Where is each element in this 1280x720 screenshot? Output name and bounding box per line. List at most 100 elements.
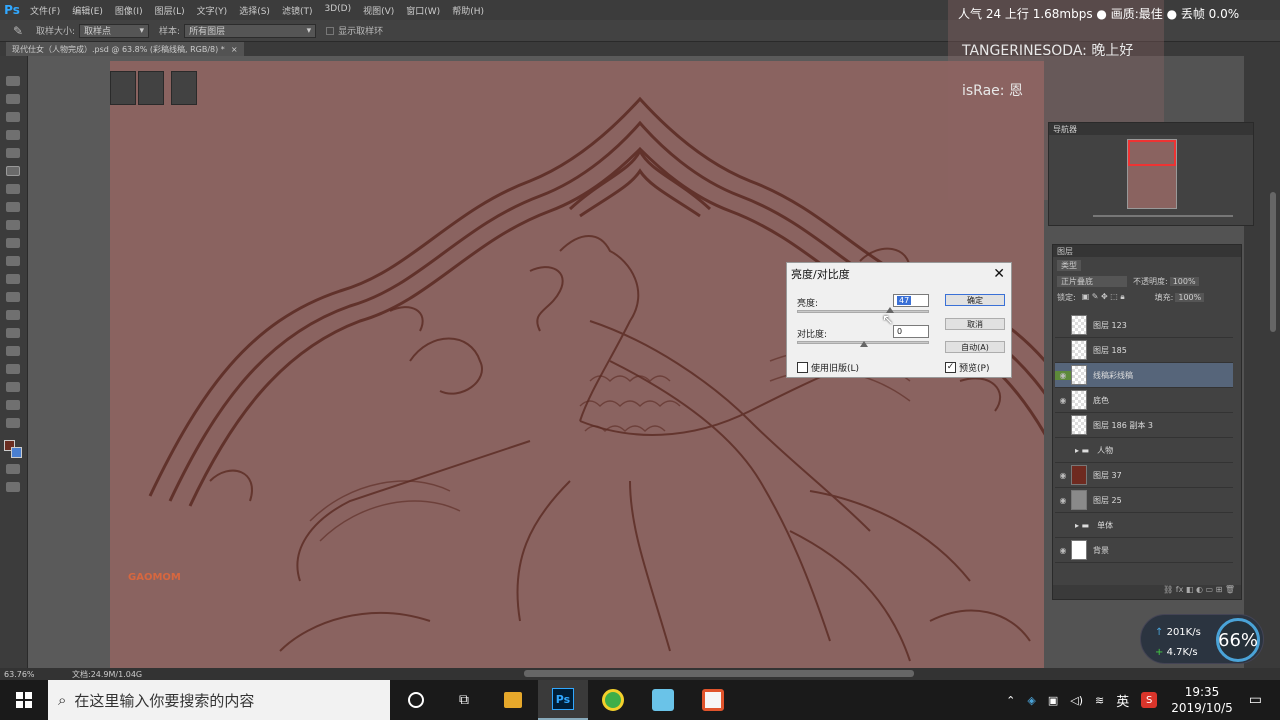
layer-row[interactable]: 图层 123 (1055, 313, 1233, 338)
eyedropper-tool-icon[interactable] (6, 166, 20, 176)
sogou-icon[interactable]: S (1141, 692, 1158, 708)
brush-tool-icon[interactable] (6, 202, 20, 212)
menu-item[interactable]: 选择(S) (233, 4, 276, 17)
layer-row[interactable]: ◉ 底色 (1055, 388, 1233, 413)
type-tool-icon[interactable] (6, 346, 20, 356)
eraser-tool-icon[interactable] (6, 256, 20, 266)
lock-icon[interactable]: ▣ ✎ ✥ ⬚ 🔒︎ (1082, 292, 1125, 302)
fill-value[interactable]: 100% (1175, 292, 1205, 302)
layer-filter-select[interactable]: 类型 (1057, 259, 1081, 271)
document-tab[interactable]: 现代仕女（人物完成）.psd @ 63.8% (彩稿线稿, RGB/8) * × (6, 42, 244, 56)
path-select-icon[interactable] (6, 364, 20, 374)
layer-row[interactable]: ◉ 图层 37 (1055, 463, 1233, 488)
layer-group-row[interactable]: ▸ ▬ 单体 (1055, 513, 1233, 538)
input-icon[interactable]: ▣ (1048, 694, 1058, 707)
layer-group-row[interactable]: ▸ ▬ 人物 (1055, 438, 1233, 463)
menu-item[interactable]: 视图(V) (357, 4, 400, 17)
healing-tool-icon[interactable] (6, 184, 20, 194)
blend-mode-select[interactable]: 正片叠底 (1057, 275, 1127, 287)
sample-size-select[interactable]: 取样点 ▾ (79, 23, 150, 38)
task-view-icon[interactable]: ⧉ (440, 680, 488, 720)
blur-tool-icon[interactable] (6, 292, 20, 302)
doc-size[interactable]: 文档:24.9M/1.04G (72, 669, 142, 680)
scrollbar[interactable] (1270, 192, 1276, 332)
taskbar-search[interactable]: ⌕ 在这里输入你要搜索的内容 (48, 680, 390, 720)
history-brush-icon[interactable] (6, 238, 20, 248)
visibility-eye-icon[interactable]: ◉ (1055, 546, 1071, 555)
preview-checkbox[interactable]: ✓ (945, 362, 956, 373)
clock[interactable]: 19:35 2019/10/5 (1171, 684, 1233, 716)
lasso-tool-icon[interactable] (6, 112, 20, 122)
eyedropper-icon[interactable]: ✎ (0, 24, 36, 38)
background-color-swatch[interactable] (11, 447, 22, 458)
chat-app-icon[interactable] (638, 680, 688, 720)
legacy-checkbox[interactable] (797, 362, 808, 373)
layer-row[interactable]: 图层 185 (1055, 338, 1233, 363)
legacy-option[interactable]: 使用旧版(L) (797, 361, 859, 374)
close-icon[interactable]: ✕ (993, 266, 1005, 282)
dodge-tool-icon[interactable] (6, 310, 20, 320)
chevron-up-icon[interactable]: ⌃ (1006, 694, 1015, 707)
menu-item[interactable]: 滤镜(T) (276, 4, 319, 17)
hand-tool-icon[interactable] (6, 400, 20, 410)
menu-item[interactable]: 图像(I) (109, 4, 149, 17)
menu-item[interactable]: 文件(F) (24, 4, 66, 17)
menu-item[interactable]: 编辑(E) (66, 4, 109, 17)
brightness-slider[interactable] (797, 307, 929, 313)
cancel-button[interactable]: 取消 (945, 318, 1005, 330)
layer-row[interactable]: ◉ 背景 (1055, 538, 1233, 563)
quick-mask-icon[interactable] (6, 464, 20, 474)
shape-tool-icon[interactable] (6, 382, 20, 392)
zoom-level[interactable]: 63.76% (0, 670, 50, 679)
zoom-tool-icon[interactable] (6, 418, 20, 428)
folder-icon[interactable]: ▸ ▬ (1075, 521, 1089, 530)
layer-row[interactable]: ◉ 线稿彩线稿 (1055, 363, 1233, 388)
folder-icon[interactable]: ▸ ▬ (1075, 446, 1089, 455)
mini-panel-history[interactable] (171, 71, 197, 105)
contrast-input[interactable]: 0 (893, 325, 929, 338)
store-icon[interactable] (488, 680, 538, 720)
mini-panel-properties[interactable] (110, 71, 136, 105)
quick-select-tool-icon[interactable] (6, 130, 20, 140)
menu-item[interactable]: 文字(Y) (191, 4, 234, 17)
pen-tool-icon[interactable] (6, 328, 20, 338)
navigator-thumbnail[interactable] (1127, 139, 1177, 209)
menu-item[interactable]: 帮助(H) (446, 4, 490, 17)
ok-button[interactable]: 确定 (945, 294, 1005, 306)
move-tool-icon[interactable] (6, 76, 20, 86)
volume-icon[interactable]: ◁) (1070, 694, 1083, 707)
brightness-input[interactable]: 47 (893, 294, 929, 307)
visibility-eye-icon[interactable]: ◉ (1055, 471, 1071, 480)
contrast-slider-handle[interactable] (860, 341, 868, 347)
network-speed-widget[interactable]: ↑ 201K/s + 4.7K/s 66% (1140, 614, 1264, 664)
layer-row[interactable]: 图层 186 副本 3 (1055, 413, 1233, 438)
green-app-icon[interactable] (588, 680, 638, 720)
photoshop-taskbar-icon[interactable]: Ps (538, 680, 588, 720)
ime-indicator[interactable]: 英 (1116, 691, 1129, 710)
mini-panel-brush[interactable] (138, 71, 164, 105)
preview-option[interactable]: ✓ 预览(P) (945, 361, 989, 374)
crop-tool-icon[interactable] (6, 148, 20, 158)
visibility-eye-icon[interactable]: ◉ (1055, 396, 1071, 405)
navigator-view-box[interactable] (1128, 140, 1176, 166)
show-ring-checkbox[interactable] (326, 26, 335, 35)
notification-icon[interactable]: ▭ (1249, 692, 1262, 708)
visibility-eye-icon[interactable]: ◉ (1055, 370, 1071, 380)
close-icon[interactable]: × (231, 45, 238, 54)
contrast-slider[interactable] (797, 341, 929, 347)
navigator-zoom-slider[interactable] (1093, 215, 1233, 217)
gradient-tool-icon[interactable] (6, 274, 20, 284)
opacity-value[interactable]: 100% (1169, 276, 1199, 286)
layer-actions[interactable]: ⛓ fx ◧ ◐ ▭ ⊞ 🗑︎ (1053, 585, 1241, 599)
auto-button[interactable]: 自动(A) (945, 341, 1005, 353)
start-button[interactable] (0, 680, 48, 720)
cortana-icon[interactable] (392, 680, 440, 720)
layer-row[interactable]: ◉ 图层 25 (1055, 488, 1233, 513)
menu-item[interactable]: 图层(L) (149, 4, 191, 17)
stamp-tool-icon[interactable] (6, 220, 20, 230)
visibility-eye-icon[interactable]: ◉ (1055, 496, 1071, 505)
horizontal-scrollbar[interactable] (524, 670, 914, 677)
screen-mode-icon[interactable] (6, 482, 20, 492)
wifi-icon[interactable]: ≋ (1095, 694, 1104, 707)
recorder-app-icon[interactable] (688, 680, 738, 720)
